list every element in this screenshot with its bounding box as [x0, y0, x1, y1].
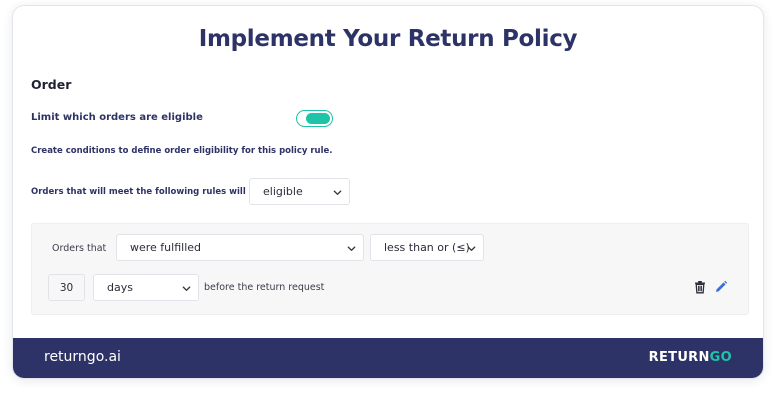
eligibility-select-value: eligible	[263, 185, 303, 198]
rule-field-value: were fulfilled	[130, 241, 202, 254]
trash-icon[interactable]	[693, 280, 707, 294]
help-text: Create conditions to define order eligib…	[31, 146, 333, 156]
rule-operator-value: less than or (≤)	[384, 241, 470, 254]
logo-text-go: GO	[709, 350, 732, 365]
policy-card: Implement Your Return Policy Order Limit…	[12, 5, 764, 379]
eligibility-select[interactable]: eligible	[249, 178, 350, 205]
rule-unit-select[interactable]: days	[93, 274, 199, 301]
eligibility-label: Orders that will meet the following rule…	[31, 187, 261, 197]
rule-operator-select[interactable]: less than or (≤)	[370, 234, 484, 261]
footer-site-link[interactable]: returngo.ai	[44, 349, 121, 365]
limit-orders-label: Limit which orders are eligible	[31, 112, 203, 123]
rule-prefix-label: Orders that	[52, 243, 107, 254]
rule-condition-box: Orders that were fulfilled less than or …	[31, 223, 749, 315]
rule-field-select[interactable]: were fulfilled	[116, 234, 364, 261]
section-title: Order	[31, 77, 72, 92]
chevron-down-icon	[347, 246, 356, 251]
page-title: Implement Your Return Policy	[198, 26, 578, 52]
days-amount-input[interactable]: 30	[48, 274, 85, 301]
pencil-icon[interactable]	[714, 280, 728, 294]
limit-orders-toggle[interactable]	[296, 110, 333, 127]
returngo-logo: RETURNGO	[649, 350, 732, 365]
chevron-down-icon	[467, 246, 476, 251]
chevron-down-icon	[182, 286, 191, 291]
toggle-knob	[306, 113, 330, 124]
logo-text-return: RETURN	[648, 350, 710, 365]
rule-suffix-label: before the return request	[204, 282, 325, 293]
rule-unit-value: days	[107, 281, 133, 294]
chevron-down-icon	[333, 190, 342, 195]
footer-bar: returngo.ai RETURNGO	[13, 338, 763, 378]
